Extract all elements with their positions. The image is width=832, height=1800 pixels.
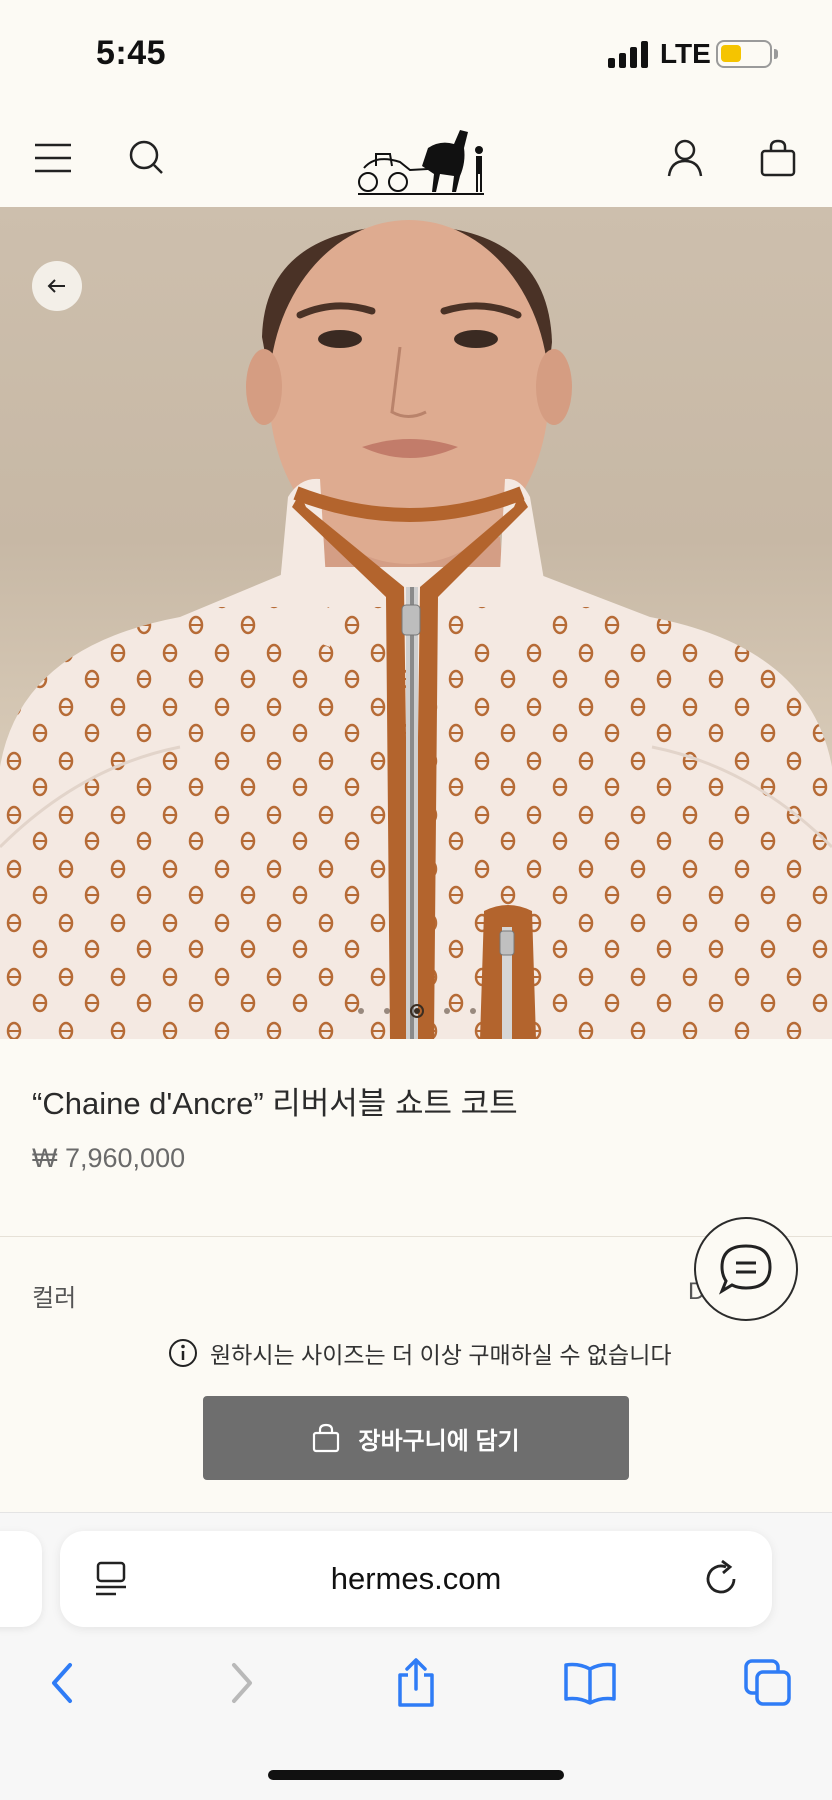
availability-notice: 원하시는 사이즈는 더 이상 구매하실 수 없습니다 — [168, 1336, 672, 1370]
shopping-bag-icon — [313, 1423, 340, 1453]
site-header — [0, 110, 832, 207]
gallery-dot-active[interactable] — [410, 1004, 424, 1018]
reload-icon[interactable] — [704, 1559, 740, 1602]
product-price: ₩ 7,960,000 — [32, 1143, 186, 1173]
back-icon[interactable] — [32, 1653, 92, 1713]
notice-text: 원하시는 사이즈는 더 이상 구매하실 수 없습니다 — [210, 1342, 672, 1368]
url-text: hermes.com — [330, 1561, 502, 1596]
back-button[interactable] — [32, 261, 82, 311]
color-label: 컬러 — [32, 1285, 77, 1312]
chat-bubble-icon — [718, 1244, 772, 1295]
gallery-dot[interactable] — [384, 1008, 390, 1014]
cellular-signal-icon — [608, 40, 648, 68]
gallery-dot[interactable] — [358, 1008, 364, 1014]
product-image-gallery[interactable] — [0, 207, 832, 1039]
arrow-left-icon — [47, 279, 65, 293]
home-indicator — [268, 1770, 564, 1780]
status-time: 5:45 — [96, 34, 167, 72]
address-bar[interactable]: hermes.com — [60, 1531, 772, 1627]
hermes-logo[interactable] — [356, 118, 492, 198]
tabs-icon[interactable] — [738, 1653, 798, 1713]
battery-icon — [716, 40, 772, 68]
info-icon — [169, 1339, 197, 1367]
forward-icon[interactable] — [212, 1653, 272, 1713]
bookmarks-icon[interactable] — [560, 1653, 620, 1713]
share-icon[interactable] — [386, 1653, 446, 1713]
previous-tab-preview[interactable] — [0, 1531, 42, 1627]
gallery-dot[interactable] — [444, 1008, 450, 1014]
battery-tip — [774, 49, 778, 59]
chat-button[interactable] — [694, 1217, 798, 1321]
add-to-cart-button[interactable]: 장바구니에 담기 — [203, 1396, 629, 1480]
product-photo — [0, 220, 832, 1039]
product-title: “Chaine d'Ancre” 리버서블 쇼트 코트 — [32, 1086, 518, 1121]
gallery-dot[interactable] — [470, 1008, 476, 1014]
hamburger-menu-icon[interactable] — [25, 130, 81, 186]
search-icon[interactable] — [119, 130, 175, 186]
user-icon[interactable] — [657, 130, 713, 186]
status-bar: 5:45 LTE — [0, 0, 832, 110]
shopping-bag-icon[interactable] — [750, 130, 806, 186]
network-type: LTE — [660, 38, 711, 69]
gallery-pagination — [358, 1004, 476, 1018]
safari-toolbar: hermes.com — [0, 1512, 832, 1800]
add-to-cart-label: 장바구니에 담기 — [358, 1427, 520, 1455]
